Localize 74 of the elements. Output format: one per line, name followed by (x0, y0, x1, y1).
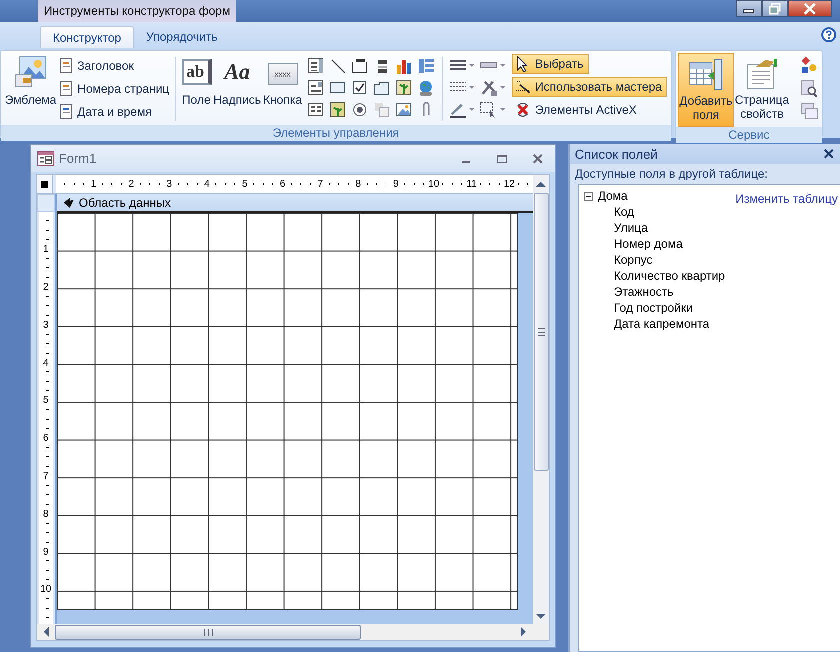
close-button[interactable] (788, 0, 832, 17)
ruler-mark: 10 (427, 178, 441, 190)
ruler-mark: 3 (166, 178, 174, 190)
ruler-mark: 1 (90, 178, 98, 190)
field-item[interactable]: Улица (584, 220, 838, 236)
ruler-mark: 11 (466, 178, 478, 190)
field-item[interactable]: Год постройки (584, 300, 838, 316)
control-button[interactable]: ab Поле (180, 53, 213, 125)
document-icon (58, 58, 75, 74)
mode-button[interactable]: Элементы ActiveX (512, 100, 642, 120)
help-icon[interactable] (821, 27, 837, 43)
ruler-mark: 4 (43, 358, 49, 369)
ruler-mark: 5 (241, 178, 249, 190)
form-selector[interactable] (37, 175, 53, 193)
activex-icon (515, 102, 532, 118)
service-button[interactable]: Страница свойств (734, 53, 790, 127)
restore-icon (769, 2, 781, 14)
scroll-up-icon[interactable] (535, 179, 547, 189)
ruler-mark: 9 (43, 546, 49, 558)
minimize-button[interactable] (736, 0, 762, 17)
field-item[interactable]: Этажность (584, 284, 838, 300)
control-button[interactable]: Aa Надпись (212, 53, 262, 125)
ruler-mark: 5 (43, 395, 49, 406)
form-title: Form1 (59, 151, 97, 166)
group-label: Сервис (676, 127, 822, 143)
wand-icon (515, 78, 532, 95)
close-icon (803, 2, 817, 14)
ruler-mark: 8 (354, 178, 362, 190)
section-header[interactable]: Область данных (57, 194, 533, 213)
add-fields-icon (688, 58, 724, 92)
close-icon[interactable] (824, 149, 834, 159)
ruler-mark: 9 (392, 178, 400, 190)
service-button[interactable]: Добавить поля (678, 53, 734, 127)
ruler-mark: 3 (43, 320, 49, 331)
ruler-mark: 7 (316, 178, 324, 190)
ribbon-tab[interactable]: Конструктор (40, 26, 134, 48)
form-icon (37, 150, 55, 166)
field-item[interactable]: Код (584, 204, 838, 220)
ruler-mark: 12 (502, 178, 516, 190)
header-item-button[interactable]: Номера страниц (58, 78, 170, 99)
field-item[interactable]: Корпус (584, 252, 838, 268)
expander[interactable] (584, 192, 593, 200)
panel-subtitle: Доступные поля в другой таблице: (574, 166, 769, 183)
scroll-down-icon[interactable] (535, 612, 547, 622)
table-name[interactable]: Дома (598, 189, 628, 203)
panel-title: Список полей (575, 146, 658, 162)
group-label: Элементы управления (1, 125, 672, 141)
edit-table-link[interactable]: Изменить таблицу (736, 192, 838, 206)
section-arrow-icon (63, 196, 75, 208)
restore-button[interactable] (762, 0, 788, 17)
scroll-right-icon[interactable] (519, 626, 529, 638)
control-button[interactable]: xxxx Кнопка (262, 53, 304, 125)
ruler-mark: 10 (40, 584, 52, 596)
mode-button[interactable]: Выбрать (512, 54, 589, 74)
header-item-button[interactable]: Заголовок (58, 56, 170, 76)
scroll-thumb[interactable] (55, 624, 361, 640)
document-icon (58, 104, 75, 120)
field-item[interactable]: Количество квартир (584, 268, 838, 284)
ruler-mark: 6 (278, 178, 287, 190)
mode-button[interactable]: Использовать мастера (512, 76, 668, 97)
emblem-button[interactable]: Эмблема (3, 53, 59, 125)
ruler-mark: 8 (43, 508, 49, 520)
field-item[interactable]: Номер дома (584, 236, 838, 252)
field-item[interactable]: Дата капремонта (584, 316, 838, 332)
ruler-mark: 6 (43, 433, 49, 444)
close-icon[interactable] (531, 152, 545, 166)
picture-icon (14, 55, 48, 89)
document-icon (58, 80, 75, 97)
ruler-mark: 4 (203, 178, 211, 190)
scroll-thumb[interactable] (534, 193, 548, 471)
header-item-button[interactable]: Дата и время (58, 102, 170, 122)
contextual-tab-group: Инструменты конструктора форм (38, 0, 236, 24)
ribbon-tab[interactable]: Упорядочить (134, 26, 230, 48)
ruler-mark: 2 (128, 178, 136, 190)
